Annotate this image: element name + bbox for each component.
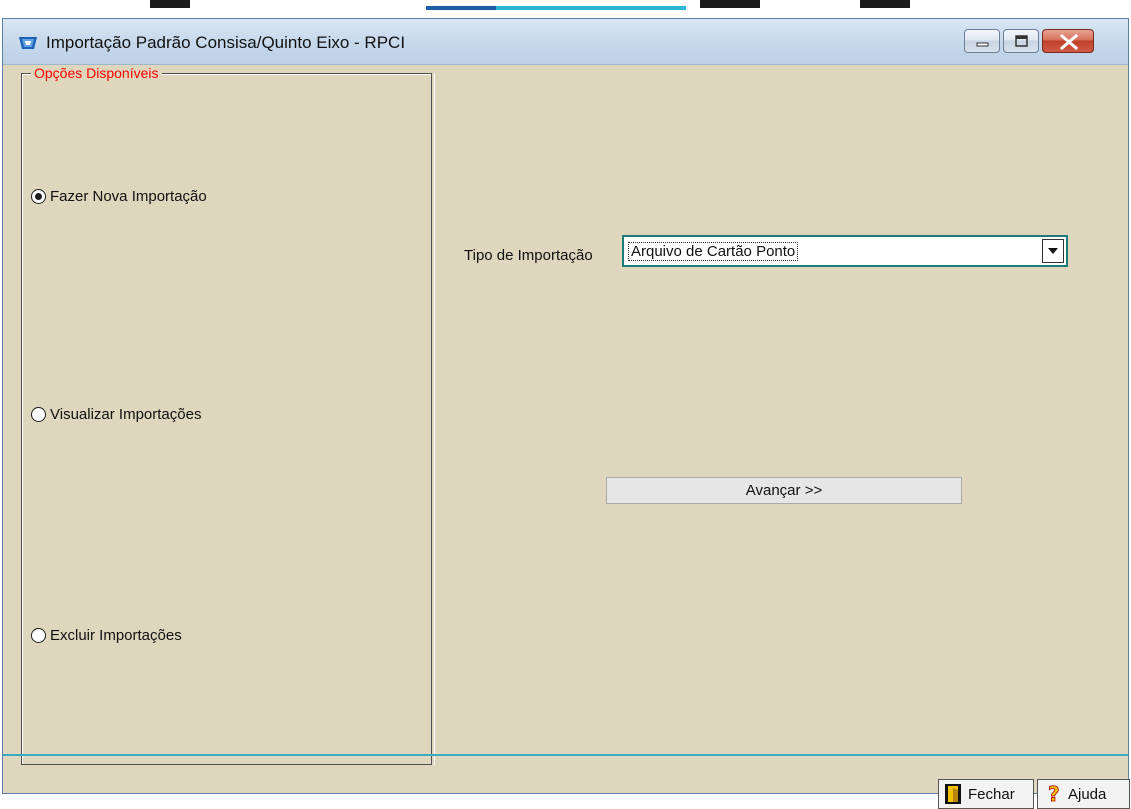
radio-label: Visualizar Importações [50, 405, 202, 423]
radio-fazer-nova-importacao[interactable]: Fazer Nova Importação [31, 186, 207, 206]
radio-label: Excluir Importações [50, 626, 182, 644]
footer-divider [3, 754, 1128, 756]
advance-button[interactable]: Avançar >> [606, 477, 962, 504]
close-icon [1059, 33, 1079, 51]
import-type-label: Tipo de Importação [464, 247, 593, 264]
options-group-legend: Opções Disponíveis [31, 65, 162, 81]
help-label: Ajuda [1068, 785, 1107, 803]
minimize-button[interactable] [964, 29, 1000, 53]
app-icon [19, 37, 37, 49]
close-window-button[interactable]: Fechar [938, 779, 1034, 809]
radio-label: Fazer Nova Importação [50, 187, 207, 205]
main-window: Importação Padrão Consisa/Quinto Eixo - … [2, 18, 1130, 809]
close-button[interactable] [1042, 29, 1094, 53]
vertical-divider [434, 73, 435, 765]
title-bar[interactable]: Importação Padrão Consisa/Quinto Eixo - … [3, 19, 1128, 65]
radio-excluir-importacoes[interactable]: Excluir Importações [31, 625, 182, 645]
exit-door-icon [945, 784, 961, 804]
radio-visualizar-importacoes[interactable]: Visualizar Importações [31, 404, 201, 424]
radio-circle-checked[interactable] [31, 188, 46, 204]
close-window-label: Fechar [968, 785, 1015, 803]
minimize-icon [976, 42, 989, 47]
svg-text:?: ? [1048, 783, 1060, 805]
maximize-button[interactable] [1003, 29, 1039, 53]
import-type-selected[interactable]: Arquivo de Cartão Ponto [628, 242, 799, 261]
advance-button-label: Avançar >> [745, 482, 823, 499]
dropdown-arrow-icon[interactable] [1042, 239, 1064, 263]
radio-circle[interactable] [31, 406, 46, 422]
background-window-strip [0, 0, 1131, 20]
import-type-select[interactable]: Arquivo de Cartão Ponto [622, 235, 1068, 267]
window-title: Importação Padrão Consisa/Quinto Eixo - … [46, 33, 406, 52]
question-mark-icon: ? [1048, 783, 1060, 805]
help-button[interactable]: ? Ajuda [1037, 779, 1130, 809]
maximize-icon [1015, 35, 1028, 47]
radio-circle[interactable] [31, 627, 46, 643]
